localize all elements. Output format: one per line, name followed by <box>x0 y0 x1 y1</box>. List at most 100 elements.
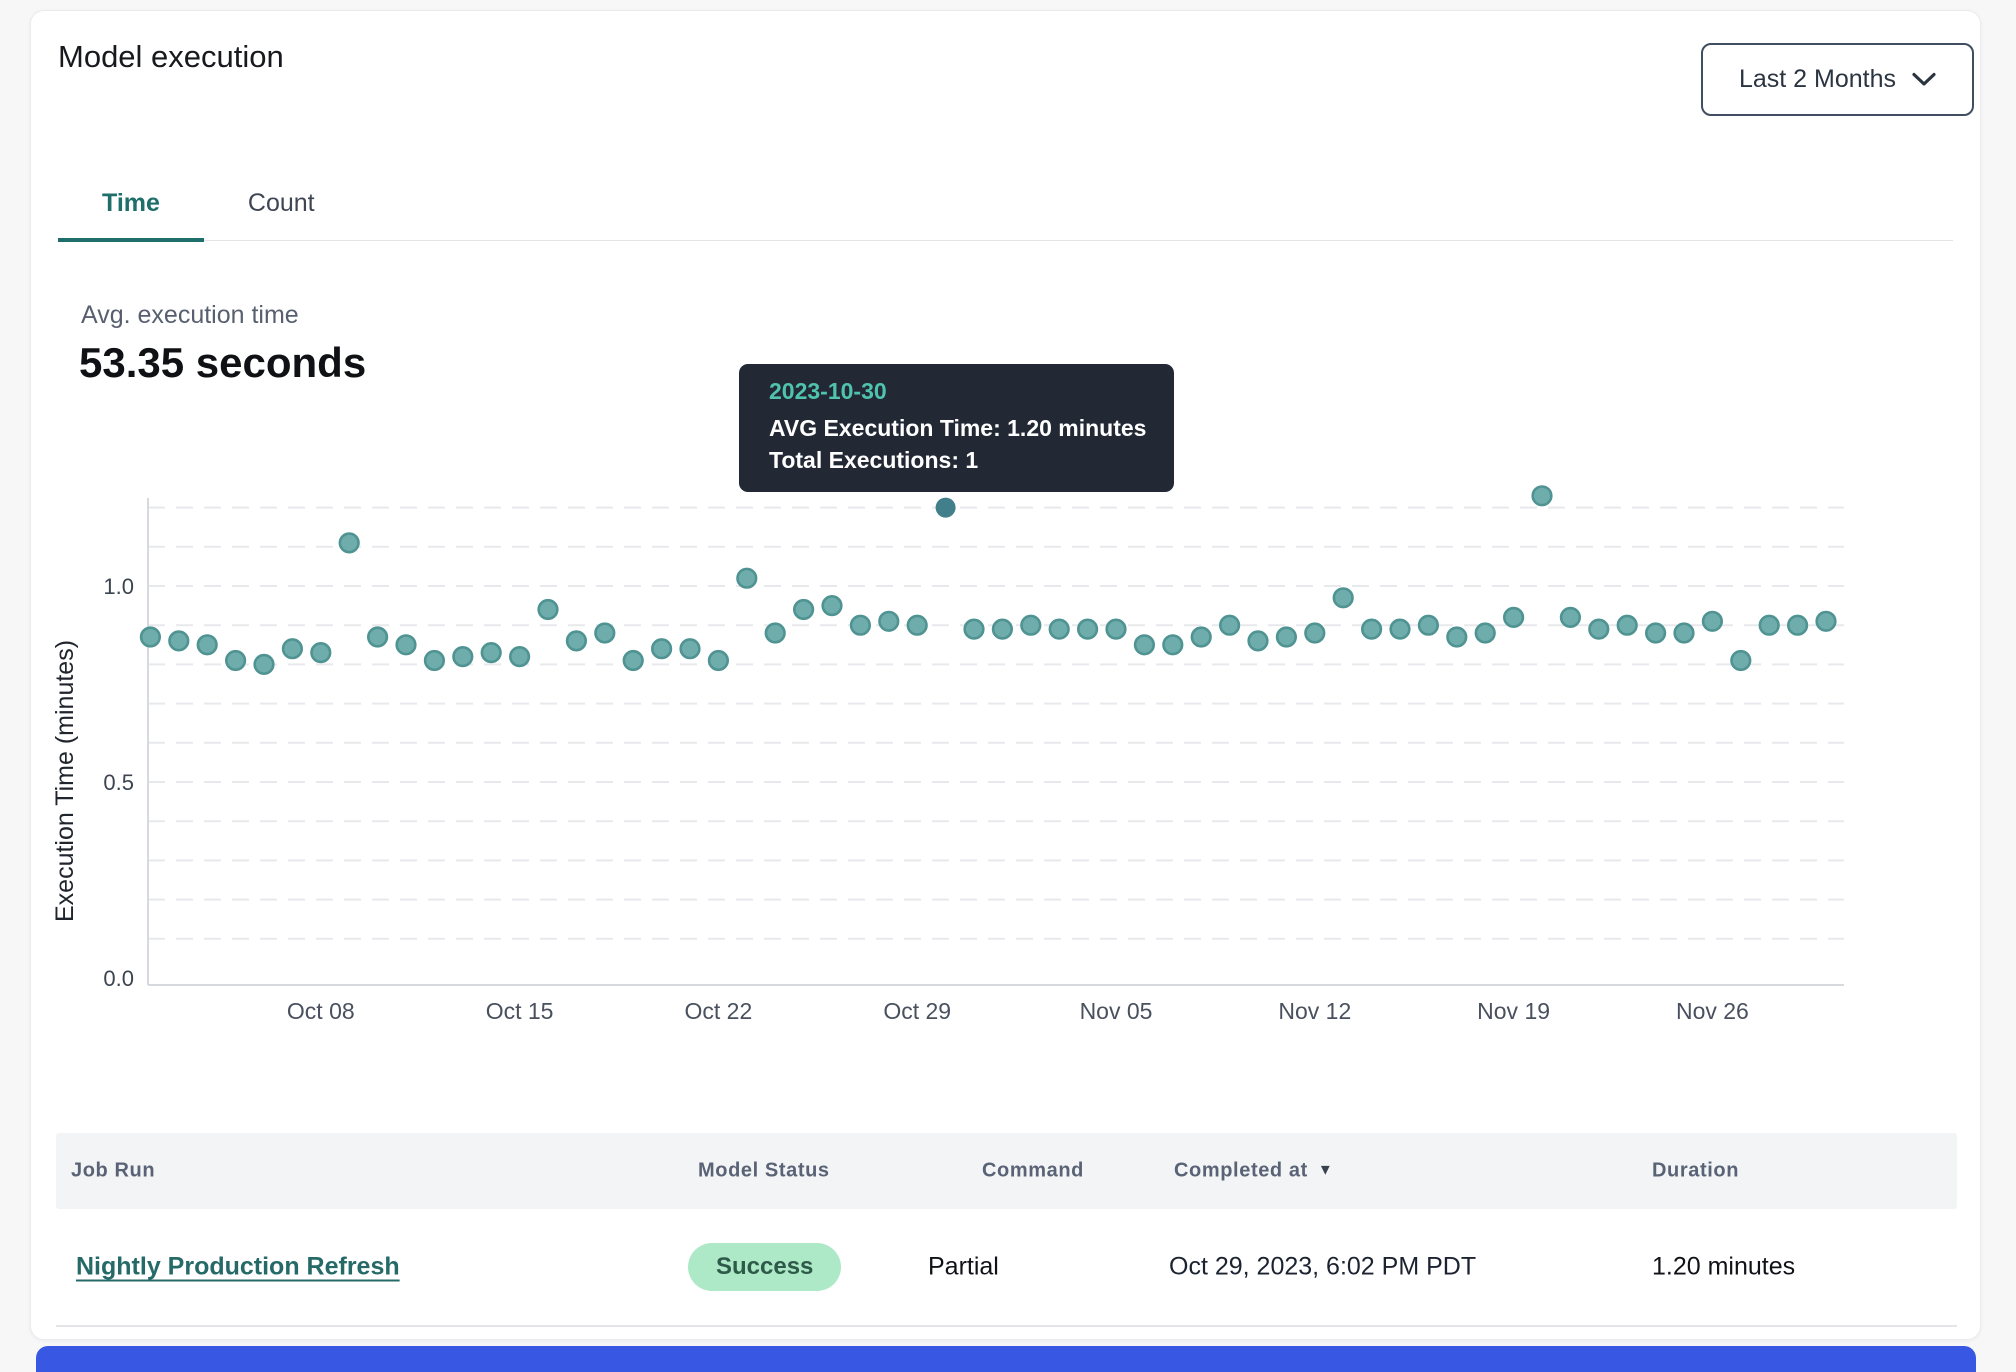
x-tick-label: Oct 29 <box>883 998 951 1024</box>
data-point[interactable] <box>255 655 274 674</box>
data-point[interactable] <box>1164 636 1183 655</box>
data-point[interactable] <box>539 600 558 619</box>
data-point[interactable] <box>794 600 813 619</box>
data-point[interactable] <box>709 651 728 670</box>
sort-desc-icon: ▼ <box>1318 1162 1333 1179</box>
data-point[interactable] <box>340 534 359 553</box>
data-point[interactable] <box>965 620 984 639</box>
table-header: Job Run Model Status Command Completed a… <box>56 1133 1957 1209</box>
x-tick-label: Nov 19 <box>1477 998 1550 1024</box>
data-point[interactable] <box>1362 620 1381 639</box>
data-point[interactable] <box>1107 620 1126 639</box>
x-tick-label: Nov 12 <box>1278 998 1351 1024</box>
data-point[interactable] <box>1419 616 1438 635</box>
data-point[interactable] <box>1618 616 1637 635</box>
data-point[interactable] <box>1504 608 1523 627</box>
data-point[interactable] <box>567 632 586 651</box>
data-point[interactable] <box>1192 628 1211 647</box>
data-point[interactable] <box>1703 612 1722 631</box>
data-point[interactable] <box>823 596 842 615</box>
data-point[interactable] <box>1078 620 1097 639</box>
data-point[interactable] <box>198 636 217 655</box>
tab-count[interactable]: Count <box>204 189 359 240</box>
status-badge: Success <box>688 1243 841 1291</box>
data-point[interactable] <box>1022 616 1041 635</box>
y-tick-label: 1.0 <box>103 574 134 599</box>
metric-value: 53.35 seconds <box>79 339 366 387</box>
data-point[interactable] <box>766 624 785 643</box>
y-tick-label: 0.5 <box>103 770 134 795</box>
data-point[interactable] <box>908 616 927 635</box>
data-point[interactable] <box>368 628 387 647</box>
data-point[interactable] <box>1334 589 1353 608</box>
job-run-link[interactable]: Nightly Production Refresh <box>76 1253 400 1282</box>
data-point[interactable] <box>170 632 189 651</box>
y-tick-label: 0.0 <box>103 966 134 991</box>
data-point[interactable] <box>482 643 501 662</box>
data-point[interactable] <box>1135 636 1154 655</box>
data-point[interactable] <box>681 639 700 658</box>
column-header-completed-at[interactable]: Completed at ▼ <box>1174 1160 1333 1183</box>
data-point[interactable] <box>397 636 416 655</box>
highlighted-data-point[interactable] <box>936 498 956 518</box>
date-range-label: Last 2 Months <box>1739 65 1896 94</box>
column-header-duration[interactable]: Duration <box>1652 1160 1739 1183</box>
duration-cell: 1.20 minutes <box>1652 1253 1795 1282</box>
column-header-job-run[interactable]: Job Run <box>71 1160 155 1183</box>
metric-label: Avg. execution time <box>81 301 299 330</box>
data-point[interactable] <box>851 616 870 635</box>
data-point[interactable] <box>226 651 245 670</box>
data-point[interactable] <box>1590 620 1609 639</box>
data-point[interactable] <box>1391 620 1410 639</box>
column-header-model-status[interactable]: Model Status <box>698 1160 830 1183</box>
completed-at-cell: Oct 29, 2023, 6:02 PM PDT <box>1169 1253 1476 1282</box>
data-point[interactable] <box>652 639 671 658</box>
column-header-command[interactable]: Command <box>982 1160 1084 1183</box>
data-point[interactable] <box>1788 616 1807 635</box>
page-title: Model execution <box>58 39 284 75</box>
data-point[interactable] <box>1249 632 1268 651</box>
data-point[interactable] <box>1646 624 1665 643</box>
date-range-selector[interactable]: Last 2 Months <box>1701 43 1974 116</box>
data-point[interactable] <box>1306 624 1325 643</box>
completed-at-label: Completed at <box>1174 1160 1308 1182</box>
bottom-blue-bar <box>36 1346 1976 1372</box>
table-row: Nightly Production Refresh Success Parti… <box>56 1209 1957 1327</box>
tooltip-total-line: Total Executions: 1 <box>769 444 1146 476</box>
data-point[interactable] <box>1675 624 1694 643</box>
data-point[interactable] <box>1050 620 1069 639</box>
chevron-down-icon <box>1912 72 1936 87</box>
data-point[interactable] <box>993 620 1012 639</box>
data-point[interactable] <box>1277 628 1296 647</box>
execution-time-scatter-chart[interactable]: 0.00.51.0Oct 08Oct 15Oct 22Oct 29Nov 05N… <box>51 461 1901 1041</box>
data-point[interactable] <box>1760 616 1779 635</box>
data-point[interactable] <box>1817 612 1836 631</box>
data-point[interactable] <box>1533 487 1552 506</box>
data-point[interactable] <box>425 651 444 670</box>
data-point[interactable] <box>510 647 529 666</box>
x-tick-label: Oct 22 <box>685 998 753 1024</box>
chart-tabs: Time Count <box>58 161 1953 241</box>
command-cell: Partial <box>928 1253 999 1282</box>
data-point[interactable] <box>596 624 615 643</box>
data-point[interactable] <box>283 639 302 658</box>
y-axis-title: Execution Time (minutes) <box>51 640 79 922</box>
data-point[interactable] <box>1220 616 1239 635</box>
x-tick-label: Nov 26 <box>1676 998 1749 1024</box>
tooltip-avg-line: AVG Execution Time: 1.20 minutes <box>769 412 1146 444</box>
data-point[interactable] <box>738 569 757 588</box>
data-point[interactable] <box>1476 624 1495 643</box>
x-tick-label: Oct 08 <box>287 998 355 1024</box>
data-point[interactable] <box>141 628 160 647</box>
data-point[interactable] <box>312 643 331 662</box>
x-tick-label: Oct 15 <box>486 998 554 1024</box>
data-point[interactable] <box>1448 628 1467 647</box>
tab-time[interactable]: Time <box>58 189 204 240</box>
model-execution-card: Model execution Last 2 Months Time Count… <box>30 10 1981 1340</box>
data-point[interactable] <box>624 651 643 670</box>
data-point[interactable] <box>454 647 473 666</box>
tooltip-date: 2023-10-30 <box>769 378 1146 405</box>
data-point[interactable] <box>1732 651 1751 670</box>
data-point[interactable] <box>1561 608 1580 627</box>
data-point[interactable] <box>880 612 899 631</box>
